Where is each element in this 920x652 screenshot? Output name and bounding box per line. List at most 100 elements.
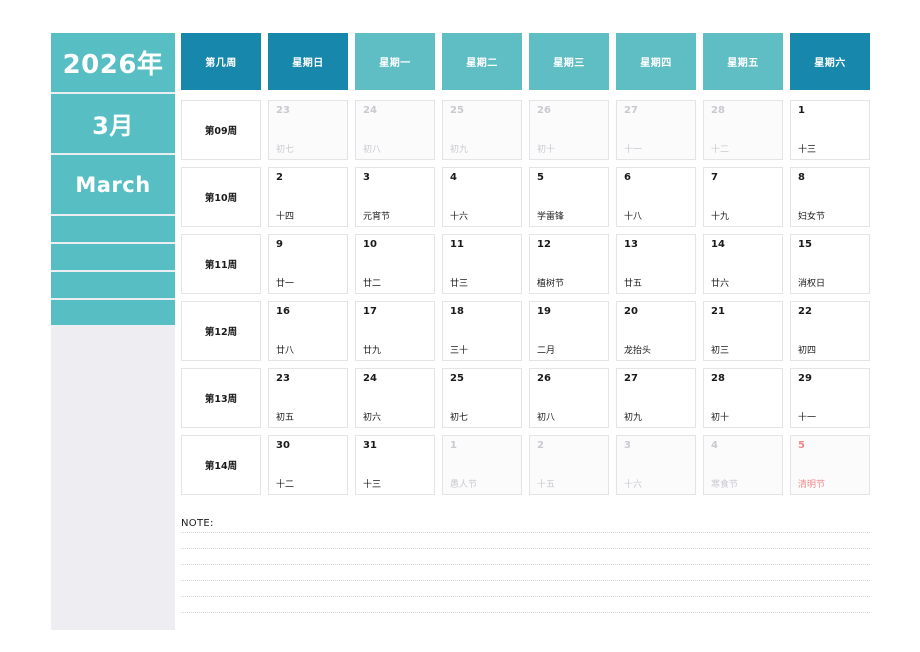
day-cell[interactable]: 9 廿一 <box>268 234 348 294</box>
calendar-week-row: 第11周 9 廿一 10 廿二 11 廿三 12 植树节 13 廿五 14 廿六 15 消权日 <box>181 234 870 294</box>
day-lunar-label: 初六 <box>363 413 382 423</box>
day-lunar-label: 十九 <box>711 212 730 222</box>
day-number: 25 <box>450 105 464 116</box>
week-number-cell[interactable]: 第13周 <box>181 368 261 428</box>
day-cell[interactable]: 26 初十 <box>529 100 609 160</box>
day-number: 3 <box>624 440 631 451</box>
week-number-cell[interactable]: 第14周 <box>181 435 261 495</box>
sidebar-month-label: 3月 <box>51 94 175 154</box>
column-header-weekday[interactable]: 星期四 <box>616 33 696 90</box>
day-cell[interactable]: 24 初六 <box>355 368 435 428</box>
day-lunar-label: 愚人节 <box>450 480 478 490</box>
day-cell[interactable]: 18 三十 <box>442 301 522 361</box>
day-lunar-label: 十三 <box>798 145 817 155</box>
day-cell[interactable]: 6 十八 <box>616 167 696 227</box>
day-number: 10 <box>363 239 377 250</box>
week-number-cell[interactable]: 第11周 <box>181 234 261 294</box>
day-cell[interactable]: 1 愚人节 <box>442 435 522 495</box>
day-number: 27 <box>624 373 638 384</box>
day-number: 2 <box>276 172 283 183</box>
day-cell[interactable]: 8 妇女节 <box>790 167 870 227</box>
day-cell[interactable]: 29 十一 <box>790 368 870 428</box>
day-number: 1 <box>450 440 457 451</box>
note-line[interactable] <box>181 532 870 533</box>
week-number-cell[interactable]: 第12周 <box>181 301 261 361</box>
day-cell[interactable]: 25 初七 <box>442 368 522 428</box>
day-cell[interactable]: 25 初九 <box>442 100 522 160</box>
column-header-weekday[interactable]: 星期五 <box>703 33 783 90</box>
day-cell[interactable]: 4 十六 <box>442 167 522 227</box>
day-cell[interactable]: 22 初四 <box>790 301 870 361</box>
day-cell[interactable]: 4 寒食节 <box>703 435 783 495</box>
day-cell[interactable]: 12 植树节 <box>529 234 609 294</box>
day-lunar-label: 元宵节 <box>363 212 391 222</box>
day-cell[interactable]: 31 十三 <box>355 435 435 495</box>
week-number-cell[interactable]: 第09周 <box>181 100 261 160</box>
column-header-weekday[interactable]: 星期一 <box>355 33 435 90</box>
day-cell[interactable]: 26 初八 <box>529 368 609 428</box>
column-header-weekday[interactable]: 星期日 <box>268 33 348 90</box>
column-header-week[interactable]: 第几周 <box>181 33 261 90</box>
day-lunar-label: 龙抬头 <box>624 346 652 356</box>
day-cell[interactable]: 16 廿八 <box>268 301 348 361</box>
column-header-weekday[interactable]: 星期二 <box>442 33 522 90</box>
week-number-cell[interactable]: 第10周 <box>181 167 261 227</box>
day-cell[interactable]: 28 初十 <box>703 368 783 428</box>
note-line[interactable] <box>181 612 870 613</box>
day-number: 14 <box>711 239 725 250</box>
day-number: 26 <box>537 373 551 384</box>
day-lunar-label: 初八 <box>537 413 556 423</box>
day-cell[interactable]: 19 二月 <box>529 301 609 361</box>
calendar-header-row: 第几周 星期日 星期一 星期二 星期三 星期四 星期五 星期六 <box>181 33 870 90</box>
column-header-weekday[interactable]: 星期三 <box>529 33 609 90</box>
day-cell[interactable]: 30 十二 <box>268 435 348 495</box>
day-cell[interactable]: 27 初九 <box>616 368 696 428</box>
day-cell[interactable]: 14 廿六 <box>703 234 783 294</box>
day-cell[interactable]: 5 学雷锋 <box>529 167 609 227</box>
day-cell[interactable]: 3 十六 <box>616 435 696 495</box>
day-cell[interactable]: 11 廿三 <box>442 234 522 294</box>
day-number: 22 <box>798 306 812 317</box>
day-number: 8 <box>798 172 805 183</box>
day-number: 13 <box>624 239 638 250</box>
day-number: 16 <box>276 306 290 317</box>
day-cell[interactable]: 27 十一 <box>616 100 696 160</box>
day-lunar-label: 廿三 <box>450 279 469 289</box>
note-line[interactable] <box>181 564 870 565</box>
day-cell[interactable]: 5 清明节 <box>790 435 870 495</box>
note-lines[interactable] <box>181 532 870 613</box>
day-number: 28 <box>711 373 725 384</box>
day-cell[interactable]: 20 龙抬头 <box>616 301 696 361</box>
calendar-week-row: 第12周 16 廿八 17 廿九 18 三十 19 二月 20 龙抬头 21 初三 22 初四 <box>181 301 870 361</box>
day-lunar-label: 廿五 <box>624 279 643 289</box>
calendar-grid: 第几周 星期日 星期一 星期二 星期三 星期四 星期五 星期六 第09周 23 初七 24 初八 25 初… <box>181 33 870 497</box>
day-cell[interactable]: 7 十九 <box>703 167 783 227</box>
day-cell[interactable]: 23 初五 <box>268 368 348 428</box>
day-cell[interactable]: 2 十四 <box>268 167 348 227</box>
day-cell[interactable]: 3 元宵节 <box>355 167 435 227</box>
day-cell[interactable]: 28 十二 <box>703 100 783 160</box>
calendar-week-row: 第10周 2 十四 3 元宵节 4 十六 5 学雷锋 6 十八 7 十九 8 妇女节 <box>181 167 870 227</box>
day-cell[interactable]: 1 十三 <box>790 100 870 160</box>
note-line[interactable] <box>181 580 870 581</box>
day-number: 27 <box>624 105 638 116</box>
day-cell[interactable]: 21 初三 <box>703 301 783 361</box>
column-header-weekday[interactable]: 星期六 <box>790 33 870 90</box>
sidebar-decorative-band-3 <box>51 272 175 299</box>
day-lunar-label: 廿九 <box>363 346 382 356</box>
day-cell[interactable]: 17 廿九 <box>355 301 435 361</box>
day-cell[interactable]: 24 初八 <box>355 100 435 160</box>
sidebar-decorative-band-2 <box>51 244 175 271</box>
note-line[interactable] <box>181 596 870 597</box>
day-lunar-label: 十一 <box>624 145 643 155</box>
day-lunar-label: 十五 <box>537 480 556 490</box>
day-cell[interactable]: 15 消权日 <box>790 234 870 294</box>
day-lunar-label: 初五 <box>276 413 295 423</box>
day-number: 11 <box>450 239 464 250</box>
day-cell[interactable]: 23 初七 <box>268 100 348 160</box>
day-lunar-label: 初三 <box>711 346 730 356</box>
day-cell[interactable]: 13 廿五 <box>616 234 696 294</box>
day-cell[interactable]: 10 廿二 <box>355 234 435 294</box>
note-line[interactable] <box>181 548 870 549</box>
day-cell[interactable]: 2 十五 <box>529 435 609 495</box>
